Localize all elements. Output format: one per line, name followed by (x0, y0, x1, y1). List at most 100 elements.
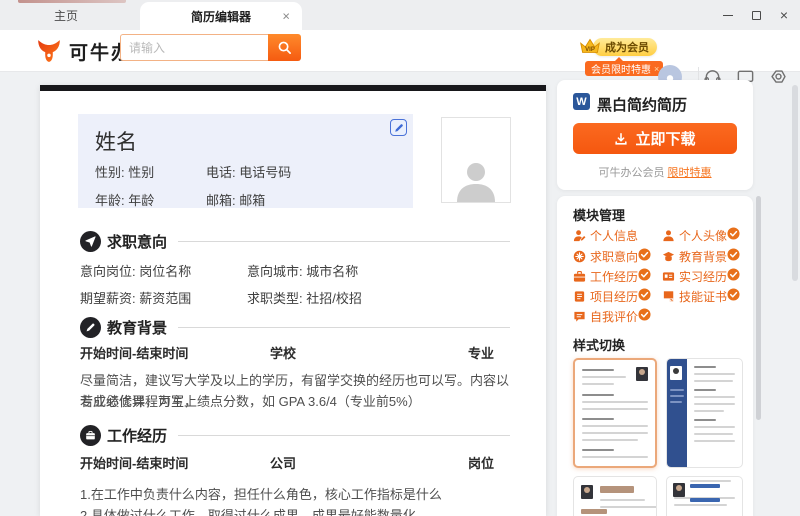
module-self-evaluation[interactable]: 自我评价 (573, 308, 651, 325)
check-icon (727, 248, 740, 261)
resume-top-black-bar (40, 85, 546, 91)
gear-icon (770, 69, 786, 83)
modules-card: 模块管理 个人信息 个人头像 求职意向 教育背景 工作经历 实习经历 项目经历 … (557, 196, 753, 516)
resume-name[interactable]: 姓名 (95, 126, 137, 156)
work-tip-line1[interactable]: 1.在工作中负责什么内容，担任什么角色，核心工作指标是什么 (80, 484, 510, 505)
template-thumbnail-2[interactable] (666, 358, 743, 468)
check-icon (638, 308, 651, 321)
tab-close-icon[interactable]: × (282, 10, 290, 23)
work-tip-line2[interactable]: 2.具体做过什么工作，取得过什么成果，成果最好能数量化 (80, 505, 510, 516)
photo-placeholder[interactable] (441, 117, 511, 203)
search-button[interactable] (268, 34, 301, 61)
thumb-photo (636, 367, 648, 381)
field-job-type[interactable]: 求职类型: 社招/校招 (247, 288, 362, 307)
education-tip-line2[interactable]: 若成绩优异，可写上绩点分数，如 GPA 3.6/4（专业前5%） (80, 391, 510, 412)
module-label: 个人头像 (679, 229, 728, 243)
tab-resume-editor-label: 简历编辑器 (190, 9, 251, 24)
resume-canvas[interactable]: 姓名 性别: 性别 电话: 电话号码 年龄: 年龄 邮箱: 邮箱 求职意向 意向… (40, 85, 546, 516)
check-icon (727, 288, 740, 301)
module-projects[interactable]: 项目经历 (573, 288, 651, 305)
search-input[interactable] (120, 34, 268, 61)
field-phone[interactable]: 电话: 电话号码 (206, 162, 291, 181)
close-icon: × (779, 7, 789, 23)
target-icon (573, 250, 586, 263)
personal-info-block[interactable]: 姓名 性别: 性别 电话: 电话号码 年龄: 年龄 邮箱: 邮箱 (78, 114, 413, 208)
section-divider (178, 241, 510, 242)
tab-bar: 主页 简历编辑器 × × (0, 0, 800, 30)
app-window: 主页 简历编辑器 × × 可牛办公 请输入 成为会员 VIP 会员限时特惠 × … (0, 0, 800, 516)
word-doc-icon: W (573, 93, 590, 110)
module-education[interactable]: 教育背景 (662, 248, 740, 265)
module-certificates[interactable]: 技能证书 (662, 288, 740, 305)
briefcase-icon (80, 424, 101, 446)
settings-button[interactable] (768, 67, 788, 87)
module-label: 实习经历 (679, 270, 728, 284)
panel-scrollbar[interactable] (756, 196, 761, 420)
module-label: 工作经历 (590, 270, 639, 284)
module-job-intention[interactable]: 求职意向 (573, 248, 651, 265)
briefcase-icon (573, 270, 586, 282)
paper-plane-icon (80, 230, 101, 252)
section-job-intention-title: 求职意向 (107, 233, 168, 251)
minimize-button[interactable] (720, 7, 736, 23)
template-thumbnail-3[interactable] (573, 476, 657, 516)
tab-resume-editor[interactable]: 简历编辑器 × (140, 2, 302, 30)
become-member-label: 成为会员 (605, 42, 649, 54)
module-work-experience[interactable]: 工作经历 (573, 268, 651, 285)
minimize-icon (723, 14, 733, 16)
edu-col-school: 学校 (270, 346, 297, 361)
document-icon (574, 291, 585, 302)
section-education-header[interactable]: 教育背景 (80, 316, 167, 338)
template-thumbnail-1[interactable] (573, 358, 657, 468)
template-thumbnail-4[interactable] (666, 476, 743, 516)
tab-home[interactable]: 主页 (30, 0, 102, 30)
edu-col-time: 开始时间-结束时间 (80, 346, 189, 361)
field-age[interactable]: 年龄: 年龄 (95, 190, 154, 209)
module-label: 技能证书 (679, 290, 728, 304)
module-label: 项目经历 (590, 290, 639, 304)
field-expected-salary[interactable]: 期望薪资: 薪资范围 (80, 288, 191, 307)
field-email[interactable]: 邮箱: 邮箱 (206, 190, 265, 209)
member-promo-label: 会员限时特惠 (591, 65, 651, 76)
field-gender[interactable]: 性别: 性别 (95, 162, 154, 181)
section-divider (178, 327, 510, 328)
check-icon (638, 288, 651, 301)
section-education-title: 教育背景 (107, 319, 168, 337)
module-label: 求职意向 (590, 250, 639, 264)
field-intent-city[interactable]: 意向城市: 城市名称 (247, 261, 358, 280)
download-button[interactable]: 立即下载 (573, 123, 737, 154)
search-box (120, 34, 301, 61)
work-col-time: 开始时间-结束时间 (80, 456, 189, 471)
module-label: 自我评价 (590, 310, 639, 324)
work-col-post: 岗位 (468, 456, 495, 471)
keniu-bull-icon (38, 40, 60, 62)
module-label: 个人信息 (590, 229, 639, 243)
module-avatar[interactable]: 个人头像 (662, 227, 740, 244)
edit-personal-info-button[interactable] (390, 119, 407, 136)
module-internship[interactable]: 实习经历 (662, 268, 740, 285)
search-icon (278, 41, 291, 54)
main-toolbar: 可牛办公 成为会员 VIP 会员限时特惠 × (0, 30, 800, 89)
member-promo-link[interactable]: 限时特惠 (668, 167, 712, 179)
photo-person-icon (457, 163, 495, 202)
module-personal-info[interactable]: 个人信息 (573, 227, 638, 244)
certificate-icon (663, 291, 674, 302)
svg-text:VIP: VIP (585, 47, 595, 53)
download-card: W 黑白简约简历 立即下载 可牛办公会员 限时特惠 (557, 80, 753, 190)
section-job-intention-header[interactable]: 求职意向 (80, 230, 167, 252)
vip-crown-icon: VIP (580, 38, 600, 53)
member-promo-badge[interactable]: 会员限时特惠 × (585, 57, 664, 76)
field-intent-position[interactable]: 意向岗位: 岗位名称 (80, 261, 191, 280)
download-label: 立即下载 (635, 131, 696, 148)
window-scrollbar[interactable] (792, 85, 798, 281)
modules-title: 模块管理 (573, 208, 626, 223)
section-work-header[interactable]: 工作经历 (80, 424, 167, 446)
close-button[interactable]: × (776, 7, 792, 23)
check-icon (727, 227, 740, 240)
user-icon (663, 230, 674, 242)
edit-pencil-icon (394, 123, 403, 132)
maximize-button[interactable] (748, 7, 764, 23)
module-label: 教育背景 (679, 250, 728, 264)
section-work-title: 工作经历 (107, 427, 168, 445)
become-member-button[interactable]: 成为会员 (593, 38, 657, 56)
